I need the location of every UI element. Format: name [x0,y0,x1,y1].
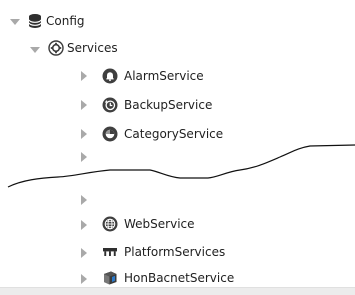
tree-node-hon-bacnet-service[interactable]: HonBacnetService [124,268,234,288]
platform-icon [103,248,117,256]
expand-toggle-platform-services[interactable] [81,248,87,258]
tree-node-platform-services[interactable]: PlatformServices [124,242,225,262]
expand-toggle-web-service[interactable] [81,220,87,230]
expand-toggle-hidden-node-2[interactable] [81,195,87,205]
expand-toggle-hon-bacnet-service[interactable] [81,274,87,284]
globe-icon [102,216,118,232]
bacnet-icon [104,271,117,285]
tree-node-web-service[interactable]: WebService [124,214,195,234]
